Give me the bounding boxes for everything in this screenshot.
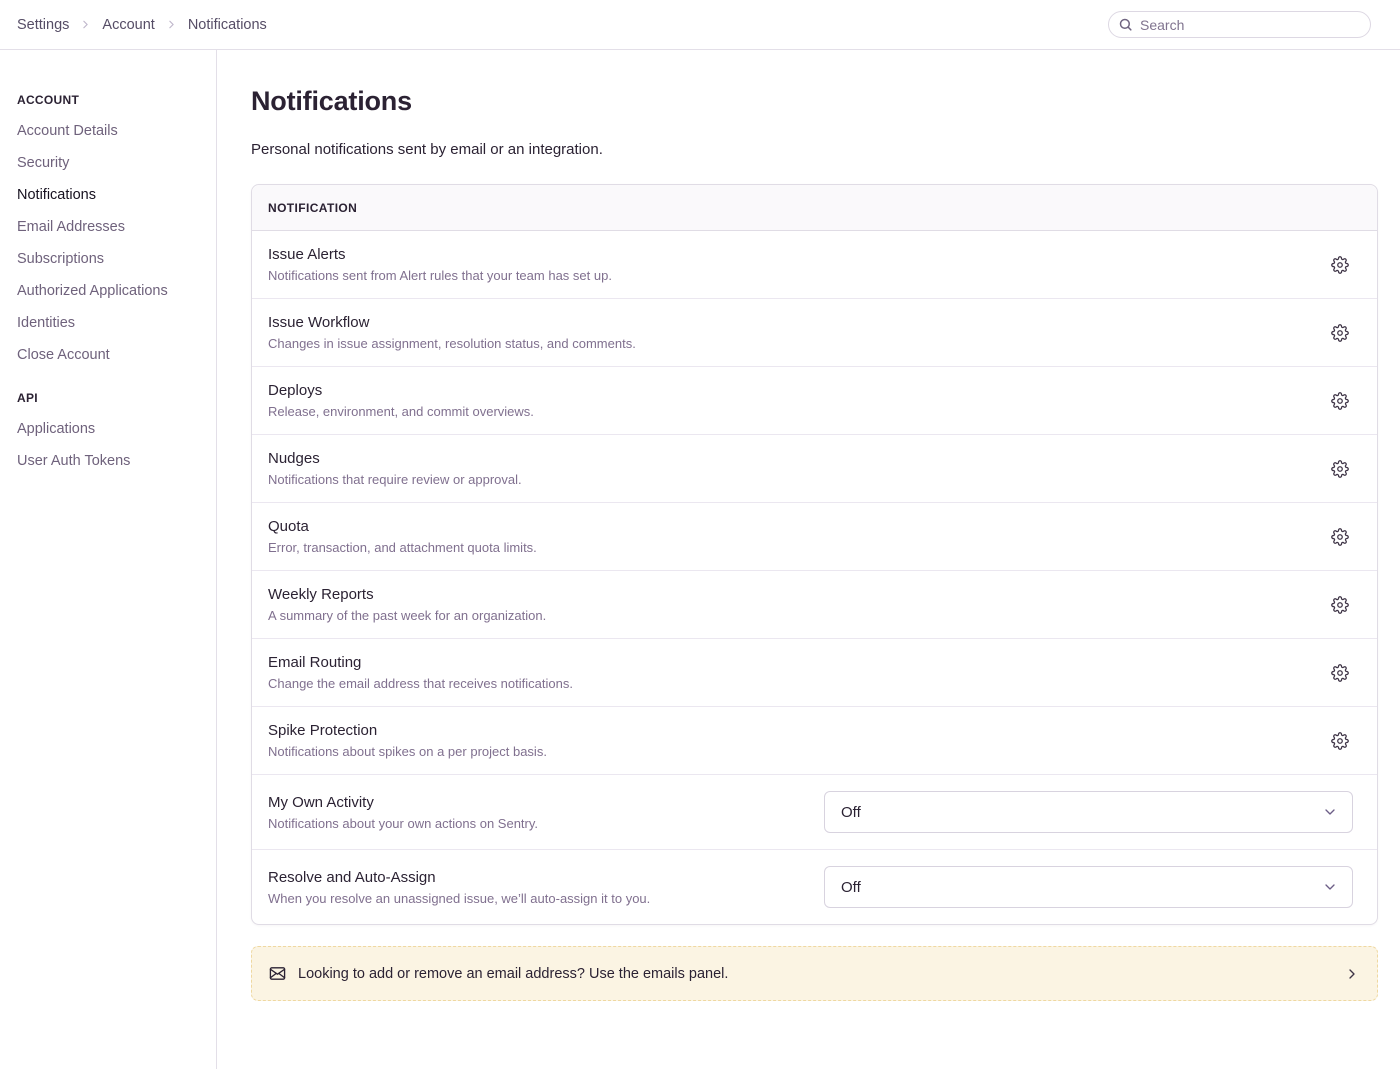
gear-icon (1331, 664, 1349, 682)
gear-button[interactable] (1329, 662, 1351, 684)
sidebar-item-user-auth-tokens[interactable]: User Auth Tokens (17, 454, 206, 469)
search-box (1108, 11, 1371, 38)
breadcrumb-account[interactable]: Account (102, 17, 154, 33)
row-title: Issue Workflow (268, 314, 636, 331)
sidebar-item-subscriptions[interactable]: Subscriptions (17, 252, 206, 267)
sidebar-item-applications[interactable]: Applications (17, 422, 206, 437)
gear-icon (1331, 256, 1349, 274)
gear-button[interactable] (1329, 594, 1351, 616)
row-deploys: Deploys Release, environment, and commit… (252, 367, 1377, 435)
chevron-down-icon (1322, 879, 1338, 895)
row-title: Email Routing (268, 654, 573, 671)
chevron-right-icon (1344, 966, 1360, 982)
top-bar: Settings Account Notifications (0, 0, 1400, 50)
row-description: Change the email address that receives n… (268, 676, 573, 691)
mail-icon (269, 965, 286, 982)
row-issue-alerts: Issue Alerts Notifications sent from Ale… (252, 231, 1377, 299)
row-description: Error, transaction, and attachment quota… (268, 540, 537, 555)
row-title: Weekly Reports (268, 586, 546, 603)
chevron-down-icon (1322, 804, 1338, 820)
chevron-right-icon (165, 18, 178, 31)
row-title: Resolve and Auto-Assign (268, 869, 650, 886)
gear-icon (1331, 392, 1349, 410)
gear-icon (1331, 528, 1349, 546)
select-value: Off (841, 804, 861, 821)
emails-panel-alert[interactable]: Looking to add or remove an email addres… (251, 946, 1378, 1001)
gear-button[interactable] (1329, 526, 1351, 548)
gear-icon (1331, 732, 1349, 750)
sidebar-item-notifications[interactable]: Notifications (17, 188, 206, 203)
row-title: Deploys (268, 382, 534, 399)
row-quota: Quota Error, transaction, and attachment… (252, 503, 1377, 571)
my-own-activity-select[interactable]: Off (824, 791, 1353, 833)
row-resolve-and-auto-assign: Resolve and Auto-Assign When you resolve… (252, 850, 1377, 924)
gear-button[interactable] (1329, 730, 1351, 752)
row-title: Spike Protection (268, 722, 547, 739)
row-description: Release, environment, and commit overvie… (268, 404, 534, 419)
resolve-auto-assign-select[interactable]: Off (824, 866, 1353, 908)
row-description: Notifications about your own actions on … (268, 816, 538, 831)
sidebar-item-account-details[interactable]: Account Details (17, 124, 206, 139)
main-content: Notifications Personal notifications sen… (217, 50, 1400, 1069)
sidebar-item-email-addresses[interactable]: Email Addresses (17, 220, 206, 235)
row-my-own-activity: My Own Activity Notifications about your… (252, 775, 1377, 850)
select-value: Off (841, 879, 861, 896)
gear-button[interactable] (1329, 458, 1351, 480)
row-issue-workflow: Issue Workflow Changes in issue assignme… (252, 299, 1377, 367)
settings-sidebar: ACCOUNT Account Details Security Notific… (0, 50, 217, 1069)
panel-header: NOTIFICATION (252, 185, 1377, 231)
row-email-routing: Email Routing Change the email address t… (252, 639, 1377, 707)
gear-icon (1331, 596, 1349, 614)
page-title: Notifications (251, 86, 1378, 117)
sidebar-item-close-account[interactable]: Close Account (17, 348, 206, 363)
sidebar-section-account: ACCOUNT Account Details Security Notific… (17, 93, 206, 363)
breadcrumb-notifications: Notifications (188, 17, 267, 33)
row-description: Notifications about spikes on a per proj… (268, 744, 547, 759)
sidebar-section-api: API Applications User Auth Tokens (17, 391, 206, 469)
sidebar-heading-api: API (17, 391, 206, 405)
notifications-panel: NOTIFICATION Issue Alerts Notifications … (251, 184, 1378, 925)
search-input[interactable] (1108, 11, 1371, 38)
chevron-right-icon (79, 18, 92, 31)
row-title: My Own Activity (268, 794, 538, 811)
row-description: Notifications sent from Alert rules that… (268, 268, 612, 283)
breadcrumb-settings[interactable]: Settings (17, 17, 69, 33)
breadcrumb: Settings Account Notifications (17, 17, 267, 33)
row-description: A summary of the past week for an organi… (268, 608, 546, 623)
page-subtitle: Personal notifications sent by email or … (251, 141, 1378, 158)
search-icon (1118, 17, 1133, 32)
row-description: Changes in issue assignment, resolution … (268, 336, 636, 351)
sidebar-item-authorized-applications[interactable]: Authorized Applications (17, 284, 206, 299)
gear-icon (1331, 460, 1349, 478)
gear-button[interactable] (1329, 390, 1351, 412)
row-weekly-reports: Weekly Reports A summary of the past wee… (252, 571, 1377, 639)
gear-button[interactable] (1329, 254, 1351, 276)
gear-button[interactable] (1329, 322, 1351, 344)
row-title: Issue Alerts (268, 246, 612, 263)
row-spike-protection: Spike Protection Notifications about spi… (252, 707, 1377, 775)
row-title: Quota (268, 518, 537, 535)
row-description: Notifications that require review or app… (268, 472, 522, 487)
row-title: Nudges (268, 450, 522, 467)
row-nudges: Nudges Notifications that require review… (252, 435, 1377, 503)
row-description: When you resolve an unassigned issue, we… (268, 891, 650, 906)
sidebar-item-identities[interactable]: Identities (17, 316, 206, 331)
gear-icon (1331, 324, 1349, 342)
sidebar-item-security[interactable]: Security (17, 156, 206, 171)
alert-text: Looking to add or remove an email addres… (298, 966, 728, 982)
sidebar-heading-account: ACCOUNT (17, 93, 206, 107)
